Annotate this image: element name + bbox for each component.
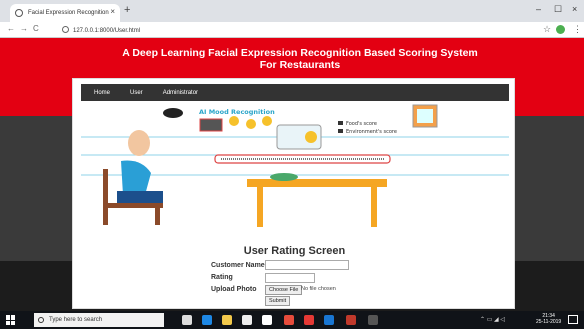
new-tab-button[interactable]: + (124, 4, 130, 16)
task-view-icon[interactable] (182, 315, 192, 325)
reload-icon[interactable]: C (33, 24, 39, 33)
legend-food: Food's score (346, 121, 377, 127)
taskbar: Type here to search ⌃ ▭ ◢ ◁ 21:34 25-11-… (0, 311, 584, 329)
extension-icon[interactable] (556, 25, 565, 34)
no-file-text: No file chosen (301, 286, 336, 292)
browser-tab[interactable]: Facial Expression Recognition × (10, 4, 120, 22)
back-icon[interactable]: ← (7, 24, 15, 33)
info-icon[interactable] (62, 26, 69, 33)
app-icon[interactable] (346, 315, 356, 325)
mail-icon[interactable] (262, 315, 272, 325)
submit-button[interactable]: Submit (265, 296, 291, 306)
bookmark-star-icon[interactable]: ☆ (543, 24, 551, 35)
system-tray-icons[interactable]: ⌃ ▭ ◢ ◁ (480, 316, 505, 323)
rating-label: Rating (211, 274, 233, 281)
windows-start-icon[interactable] (6, 315, 16, 325)
maximize-button[interactable]: ☐ (554, 4, 562, 15)
nav-home[interactable]: Home (94, 90, 110, 96)
legend-environment: Environment's score (346, 129, 397, 135)
nav-user[interactable]: User (130, 90, 143, 96)
close-window-button[interactable]: × (572, 4, 577, 14)
main-container: Home User Administrator AI Mood Recognit… (72, 78, 515, 309)
choose-file-button[interactable]: Choose File (265, 285, 303, 295)
main-navbar: Home User Administrator (81, 84, 509, 101)
minimize-button[interactable]: – (536, 4, 541, 14)
customer-name-label: Customer Name (211, 262, 265, 269)
file-explorer-icon[interactable] (222, 315, 232, 325)
word-icon[interactable] (324, 315, 334, 325)
forward-icon[interactable]: → (20, 24, 28, 33)
edge-icon[interactable] (202, 315, 212, 325)
customer-name-input[interactable] (265, 260, 349, 270)
url-text: 127.0.0.1:8000/User.html (73, 28, 141, 34)
rating-input[interactable] (265, 273, 315, 283)
search-icon (38, 317, 44, 323)
form-title: User Rating Screen (243, 245, 346, 257)
page-title: A Deep Learning Facial Expression Recogn… (122, 47, 478, 71)
terminal-icon[interactable] (368, 315, 378, 325)
clock[interactable]: 21:34 25-11-2019 (536, 313, 561, 325)
illustration-heading: AI Mood Recognition (199, 108, 275, 116)
pdf-icon[interactable] (304, 315, 314, 325)
chrome-icon[interactable] (284, 315, 294, 325)
restaurant-illustration: AI Mood Recognition Food's score Environ… (81, 103, 509, 231)
tab-title: Facial Expression Recognition (28, 10, 109, 16)
taskbar-search[interactable]: Type here to search (34, 313, 164, 327)
clock-date: 25-11-2019 (536, 319, 562, 325)
menu-icon[interactable]: ⋮ (573, 24, 582, 35)
browser-tabbar: Facial Expression Recognition × + – ☐ × (0, 0, 584, 22)
store-icon[interactable] (242, 315, 252, 325)
favicon-icon (15, 9, 23, 17)
tab-close-icon[interactable]: × (110, 7, 115, 16)
nav-administrator[interactable]: Administrator (163, 90, 198, 96)
search-placeholder: Type here to search (49, 317, 103, 323)
notification-icon[interactable] (568, 315, 578, 324)
url-field[interactable]: 127.0.0.1:8000/User.html (62, 26, 140, 34)
upload-photo-label: Upload Photo (211, 286, 257, 293)
address-bar: ← → C 127.0.0.1:8000/User.html ☆ ⋮ (0, 22, 584, 38)
